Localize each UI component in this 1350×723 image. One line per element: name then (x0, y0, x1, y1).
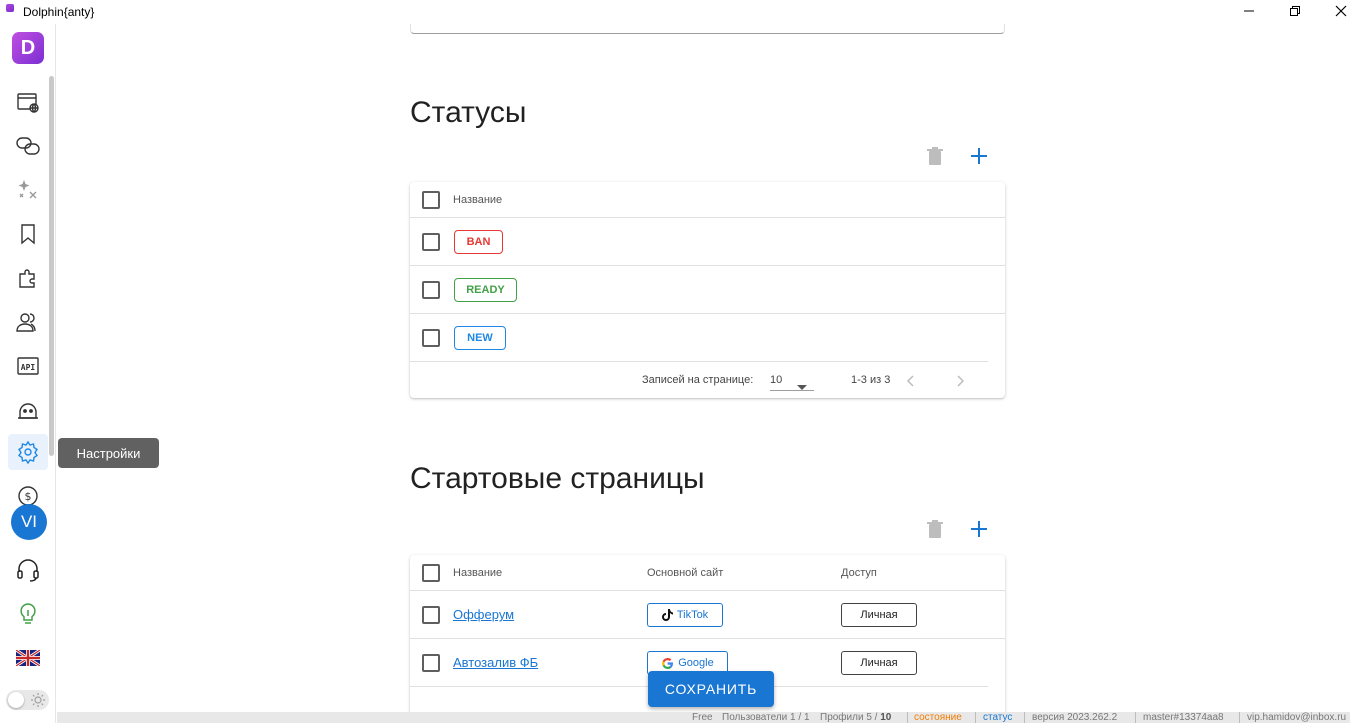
table-header: Название Основной сайт Доступ (410, 555, 1005, 591)
divider (1135, 712, 1136, 723)
automation-icon[interactable] (8, 172, 48, 208)
build-label: master#13374aa8 (1143, 712, 1224, 723)
user-avatar[interactable]: VI (11, 504, 47, 540)
rows-per-page-value[interactable]: 10 (770, 374, 782, 386)
site-button-tiktok[interactable]: TikTok (647, 603, 723, 627)
dolphin-logo[interactable]: D (12, 32, 44, 64)
access-button[interactable]: Личная (841, 651, 917, 675)
row-checkbox[interactable] (422, 329, 440, 347)
start-page-name-link[interactable]: Офферум (453, 607, 514, 622)
theme-toggle[interactable] (6, 690, 49, 710)
minimize-button[interactable] (1226, 0, 1272, 22)
column-header-site: Основной сайт (647, 567, 724, 579)
bookmarks-icon[interactable] (8, 216, 48, 252)
ideas-lightbulb-icon[interactable] (8, 596, 48, 632)
support-headset-icon[interactable] (8, 552, 48, 588)
status-chip-ban[interactable]: BAN (454, 230, 503, 254)
close-window-button[interactable] (1318, 0, 1350, 22)
table-row: Офферум TikTok Личная (410, 591, 1005, 639)
app-icon (6, 4, 14, 12)
table-header: Название (410, 182, 1005, 218)
column-header-name: Название (453, 567, 503, 579)
divider (1239, 712, 1240, 723)
svg-text:API: API (21, 363, 36, 372)
svg-text:$: $ (25, 490, 32, 503)
status-chip-new[interactable]: NEW (454, 326, 506, 350)
pagination-range: 1-3 из 3 (851, 374, 891, 386)
row-checkbox[interactable] (422, 606, 440, 624)
rows-per-page-select[interactable] (770, 390, 814, 391)
row-checkbox[interactable] (422, 654, 440, 672)
site-label: Google (678, 657, 714, 669)
proxy-icon[interactable] (8, 128, 48, 164)
api-icon[interactable]: API (8, 348, 48, 384)
robot-icon[interactable] (8, 392, 48, 428)
row-checkbox[interactable] (422, 233, 440, 251)
profiles-limit: 10 (880, 712, 892, 723)
profiles-label: Профили 5 / (820, 712, 878, 723)
version-label: версия 2023.262.2 (1032, 712, 1118, 723)
state-link[interactable]: состояние (914, 712, 962, 723)
settings-gear-icon[interactable] (8, 434, 48, 470)
extensions-icon[interactable] (8, 260, 48, 296)
restore-button[interactable] (1272, 0, 1318, 22)
settings-content: Статусы Название BAN READY NEW Записей н… (57, 24, 1350, 712)
add-status-plus-icon[interactable] (967, 144, 991, 168)
column-header-name: Название (453, 194, 503, 206)
profiles-count: Профили 5 / 10 (820, 712, 891, 723)
divider (907, 712, 908, 723)
select-all-checkbox[interactable] (422, 191, 440, 209)
google-icon (662, 657, 674, 669)
row-checkbox[interactable] (422, 281, 440, 299)
browser-profiles-icon[interactable] (8, 84, 48, 120)
statuses-title: Статусы (410, 96, 527, 129)
prev-page-chevron-icon[interactable] (906, 374, 914, 392)
table-row: NEW (410, 314, 988, 362)
site-label: TikTok (676, 609, 709, 621)
user-email: vip.hamidov@inbox.ru (1247, 712, 1347, 723)
divider (975, 712, 976, 723)
window-title: Dolphin{anty} (23, 5, 95, 19)
dropdown-arrow-icon[interactable] (797, 378, 807, 396)
next-page-chevron-icon[interactable] (957, 374, 965, 392)
tiktok-icon (661, 609, 673, 621)
save-button[interactable]: СОХРАНИТЬ (648, 671, 774, 707)
theme-toggle-knob (8, 692, 24, 708)
table-row: BAN (410, 218, 1005, 266)
team-icon[interactable] (8, 304, 48, 340)
plan-label: Free (692, 712, 713, 723)
start-page-name-link[interactable]: Автозалив ФБ (453, 655, 538, 670)
delete-statuses-trash-icon[interactable] (923, 144, 947, 168)
previous-field[interactable] (410, 24, 1005, 34)
statuses-table: Название BAN READY NEW Записей на страни… (410, 182, 1005, 398)
start-pages-title: Стартовые страницы (410, 462, 705, 495)
select-all-checkbox[interactable] (422, 564, 440, 582)
status-chip-ready[interactable]: READY (454, 278, 517, 302)
sun-icon (30, 692, 46, 713)
status-bar: Free Пользователи 1 / 1 Профили 5 / 10 с… (57, 712, 1350, 723)
table-row: READY (410, 266, 1005, 314)
access-button[interactable]: Личная (841, 603, 917, 627)
add-start-page-plus-icon[interactable] (967, 517, 991, 541)
language-flag-icon[interactable] (8, 640, 48, 676)
delete-start-pages-trash-icon[interactable] (923, 517, 947, 541)
sidebar-scrollbar[interactable] (49, 76, 54, 456)
status-link[interactable]: статус (983, 712, 1012, 723)
divider (1024, 712, 1025, 723)
users-count: Пользователи 1 / 1 (722, 712, 810, 723)
title-bar: Dolphin{anty} (0, 0, 1350, 24)
rows-per-page-label: Записей на странице: (642, 374, 754, 386)
column-header-access: Доступ (841, 567, 877, 579)
sidebar: D API $ VI (0, 24, 56, 723)
